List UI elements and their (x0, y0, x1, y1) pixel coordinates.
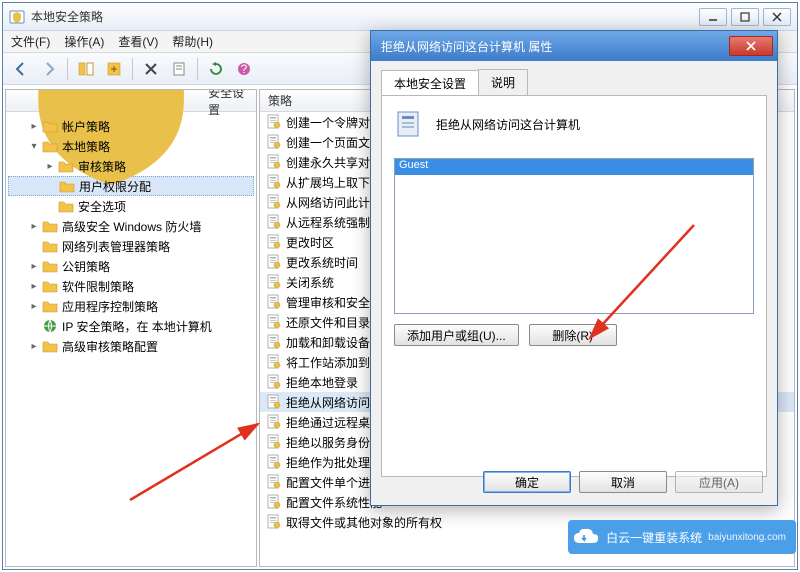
window-title: 本地安全策略 (31, 8, 699, 25)
main-titlebar: 本地安全策略 (3, 3, 797, 31)
cancel-button[interactable]: 取消 (579, 471, 667, 493)
tree-item-label: 帐户策略 (62, 118, 110, 135)
nav-back-button[interactable] (9, 57, 33, 81)
policy-label: 配置文件单个进程 (286, 474, 382, 491)
tree-item-label: 软件限制策略 (62, 278, 134, 295)
tree-item-label: 高级审核策略配置 (62, 338, 158, 355)
toolbar-separator (197, 58, 198, 80)
menu-action[interactable]: 操作(A) (64, 33, 104, 50)
tree-item-label: 网络列表管理器策略 (62, 238, 170, 255)
policy-label: 将工作站添加到域 (286, 354, 382, 371)
help-button[interactable]: ? (232, 57, 256, 81)
expand-icon[interactable]: ▾ (28, 141, 40, 152)
tree-item-label: 公钥策略 (62, 258, 110, 275)
tree-header: 安全设置 (208, 89, 248, 118)
tree-item[interactable]: ▸ 公钥策略 (8, 256, 254, 276)
tree-item[interactable]: ▸ 高级安全 Windows 防火墙 (8, 216, 254, 236)
tree-item-label: IP 安全策略，在 本地计算机 (62, 318, 212, 335)
add-user-button[interactable]: 添加用户或组(U)... (394, 324, 519, 346)
menu-help[interactable]: 帮助(H) (172, 33, 213, 50)
svg-text:?: ? (241, 62, 248, 76)
refresh-button[interactable] (204, 57, 228, 81)
tree-item[interactable]: 安全选项 (8, 196, 254, 216)
tree-item[interactable]: ▸ 应用程序控制策略 (8, 296, 254, 316)
expand-icon[interactable]: ▸ (28, 121, 40, 132)
remove-button[interactable]: 删除(R) (529, 324, 617, 346)
tree-item-label: 审核策略 (78, 158, 126, 175)
expand-icon[interactable]: ▸ (28, 301, 40, 312)
properties-button[interactable] (167, 57, 191, 81)
policy-label: 还原文件和目录 (286, 314, 370, 331)
tab-explain[interactable]: 说明 (478, 69, 528, 95)
expand-icon[interactable]: ▸ (28, 221, 40, 232)
listbox-item[interactable]: Guest (395, 159, 753, 175)
tree-item-label: 高级安全 Windows 防火墙 (62, 218, 201, 235)
ok-button[interactable]: 确定 (483, 471, 571, 493)
watermark: 白云一键重装系统 baiyunxitong.com (568, 520, 796, 554)
policy-label: 关闭系统 (286, 274, 334, 291)
toolbar-separator (67, 58, 68, 80)
policy-label: 创建永久共享对象 (286, 154, 382, 171)
tree-item-label: 安全选项 (78, 198, 126, 215)
show-tree-button[interactable] (74, 57, 98, 81)
expand-icon[interactable]: ▸ (28, 281, 40, 292)
tab-page: 拒绝从网络访问这台计算机 Guest 添加用户或组(U)... 删除(R) (381, 95, 767, 477)
policy-label: 拒绝本地登录 (286, 374, 358, 391)
policy-label: 创建一个令牌对象 (286, 114, 382, 131)
tree-item[interactable]: IP 安全策略，在 本地计算机 (8, 316, 254, 336)
dialog-titlebar[interactable]: 拒绝从网络访问这台计算机 属性 (371, 31, 777, 61)
expand-icon[interactable]: ▸ (28, 341, 40, 352)
policy-label: 更改时区 (286, 234, 334, 251)
policy-label: 更改系统时间 (286, 254, 358, 271)
policy-label: 配置文件系统性能 (286, 494, 382, 511)
tree-item-label: 应用程序控制策略 (62, 298, 158, 315)
menu-file[interactable]: 文件(F) (11, 33, 50, 50)
users-listbox[interactable]: Guest (394, 158, 754, 314)
maximize-button[interactable] (731, 8, 759, 26)
tree-item-label: 本地策略 (62, 138, 110, 155)
dialog-title: 拒绝从网络访问这台计算机 属性 (381, 38, 729, 55)
app-icon (9, 9, 25, 25)
apply-button: 应用(A) (675, 471, 763, 493)
cloud-icon (572, 527, 600, 547)
close-button[interactable] (763, 8, 791, 26)
export-list-button[interactable] (102, 57, 126, 81)
watermark-sub: baiyunxitong.com (708, 532, 786, 543)
tree-item[interactable]: ▸ 高级审核策略配置 (8, 336, 254, 356)
policy-name: 拒绝从网络访问这台计算机 (436, 116, 580, 133)
delete-button[interactable] (139, 57, 163, 81)
tab-local-security[interactable]: 本地安全设置 (381, 70, 479, 96)
tree-item[interactable]: ▸ 软件限制策略 (8, 276, 254, 296)
expand-icon[interactable]: ▸ (28, 261, 40, 272)
tree-item-label: 用户权限分配 (79, 178, 151, 195)
watermark-text: 白云一键重装系统 (606, 529, 702, 546)
menu-view[interactable]: 查看(V) (118, 33, 158, 50)
dialog-close-button[interactable] (729, 36, 773, 56)
expand-icon[interactable]: ▸ (44, 161, 56, 172)
policy-label: 创建一个页面文件 (286, 134, 382, 151)
properties-dialog: 拒绝从网络访问这台计算机 属性 本地安全设置 说明 拒绝从网络访问这台计算机 G… (370, 30, 778, 506)
policy-icon (394, 108, 426, 140)
tabstrip: 本地安全设置 说明 (371, 61, 777, 95)
nav-forward-button[interactable] (37, 57, 61, 81)
tree-panel: 安全设置 ▸ 帐户策略 ▾ 本地策略 ▸ 审核策略用户权限分配安全选项 ▸ 高级安全 Wind… (5, 89, 257, 567)
tree-item[interactable]: 网络列表管理器策略 (8, 236, 254, 256)
policy-label: 取得文件或其他对象的所有权 (286, 514, 442, 531)
toolbar-separator (132, 58, 133, 80)
minimize-button[interactable] (699, 8, 727, 26)
